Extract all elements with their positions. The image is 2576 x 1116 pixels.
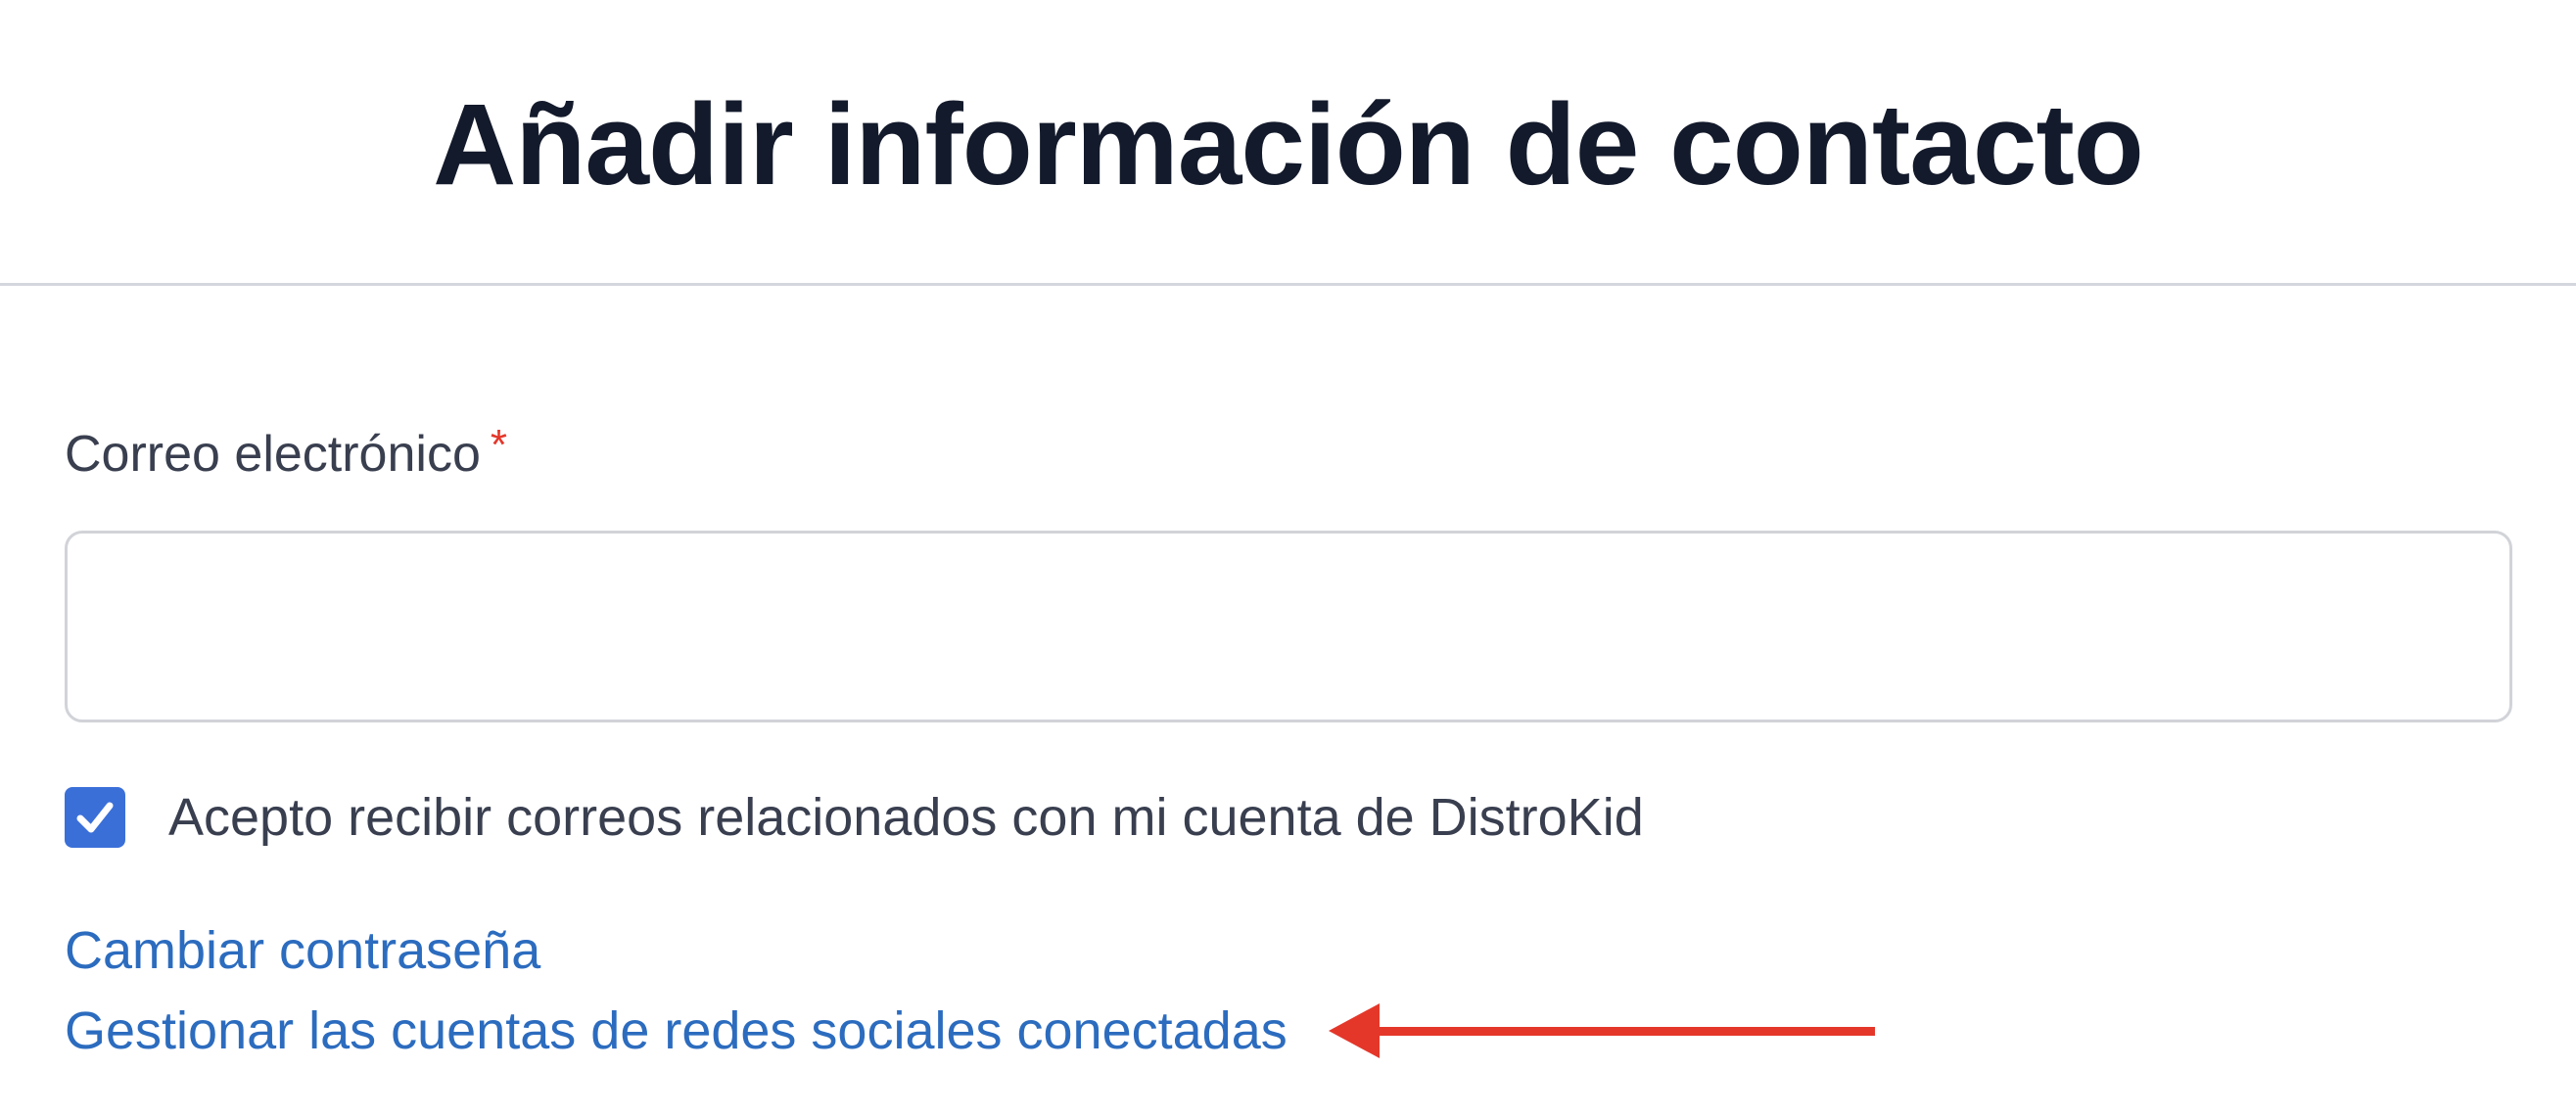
email-input[interactable]: [65, 531, 2512, 722]
page-title: Añadir información de contacto: [433, 80, 2144, 209]
consent-label[interactable]: Acepto recibir correos relacionados con …: [168, 785, 1644, 850]
change-password-link[interactable]: Cambiar contraseña: [65, 910, 2512, 991]
email-label-text: Correo electrónico: [65, 426, 481, 483]
account-links: Cambiar contraseña Gestionar las cuentas…: [65, 910, 2512, 1071]
required-asterisk-icon: *: [490, 421, 507, 469]
consent-checkbox[interactable]: [65, 787, 125, 848]
manage-social-row: Gestionar las cuentas de redes sociales …: [65, 991, 2512, 1071]
contact-form: Correo electrónico * Acepto recibir corre…: [65, 411, 2512, 1071]
consent-checkbox-row[interactable]: Acepto recibir correos relacionados con …: [65, 785, 2512, 850]
contact-info-page: Añadir información de contacto Correo el…: [0, 0, 2576, 1116]
email-field-label: Correo electrónico *: [65, 411, 2512, 483]
manage-social-accounts-link[interactable]: Gestionar las cuentas de redes sociales …: [65, 991, 1288, 1071]
left-arrow-icon: [1328, 1003, 1875, 1058]
page-header: Añadir información de contacto: [0, 0, 2576, 286]
checkmark-icon: [76, 802, 114, 833]
